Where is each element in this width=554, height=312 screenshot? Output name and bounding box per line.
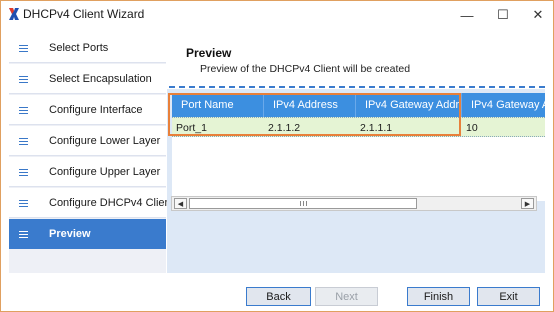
column-header[interactable]: IPv4 Gateway Ad xyxy=(462,93,545,117)
step-label: Configure DHCPv4 Client xyxy=(49,197,174,209)
selection-highlight xyxy=(168,93,461,136)
scroll-left-icon[interactable]: ◀ xyxy=(174,198,187,209)
step-configure-dhcpv4-client[interactable]: Configure DHCPv4 Client xyxy=(9,188,174,218)
step-configure-lower-layer[interactable]: Configure Lower Layer xyxy=(9,126,166,156)
minimize-button[interactable]: — xyxy=(449,1,485,29)
exit-button[interactable]: Exit xyxy=(477,287,540,306)
finish-button[interactable]: Finish xyxy=(407,287,470,306)
title-bar[interactable]: DHCPv4 Client Wizard — ☐ ✕ xyxy=(1,1,553,29)
step-select-ports[interactable]: Select Ports xyxy=(9,33,166,63)
step-configure-upper-layer[interactable]: Configure Upper Layer xyxy=(9,157,166,187)
step-select-encapsulation[interactable]: Select Encapsulation xyxy=(9,64,166,94)
dashed-divider xyxy=(169,86,545,88)
panel-header: Preview Preview of the DHCPv4 Client wil… xyxy=(167,33,545,89)
grip-icon xyxy=(299,201,307,206)
maximize-button[interactable]: ☐ xyxy=(485,1,521,29)
table-cell: 10 xyxy=(466,121,478,134)
step-label: Configure Lower Layer xyxy=(49,135,161,147)
page-title: Preview xyxy=(186,46,232,60)
list-icon xyxy=(19,200,28,207)
scrollbar-thumb[interactable] xyxy=(189,198,417,209)
close-button[interactable]: ✕ xyxy=(520,1,554,29)
preview-panel: Preview Preview of the DHCPv4 Client wil… xyxy=(167,33,545,273)
horizontal-scrollbar[interactable]: ◀ ▶ xyxy=(171,196,537,211)
step-configure-interface[interactable]: Configure Interface xyxy=(9,95,166,125)
app-logo-icon xyxy=(9,8,19,20)
step-preview[interactable]: Preview xyxy=(9,219,166,249)
scroll-right-icon[interactable]: ▶ xyxy=(521,198,534,209)
list-icon xyxy=(19,107,28,114)
back-button[interactable]: Back xyxy=(246,287,311,306)
maximize-icon: ☐ xyxy=(497,7,509,22)
step-label: Configure Interface xyxy=(49,104,143,116)
list-icon xyxy=(19,45,28,52)
page-subtitle: Preview of the DHCPv4 Client will be cre… xyxy=(200,63,411,75)
step-label: Select Ports xyxy=(49,42,109,54)
list-icon xyxy=(19,169,28,176)
window-title: DHCPv4 Client Wizard xyxy=(23,7,145,21)
list-icon xyxy=(19,76,28,83)
list-icon xyxy=(19,231,28,238)
wizard-window: DHCPv4 Client Wizard — ☐ ✕ Select Ports … xyxy=(0,0,554,312)
step-label: Select Encapsulation xyxy=(49,73,152,85)
minimize-icon: — xyxy=(460,7,474,23)
step-label: Configure Upper Layer xyxy=(49,166,161,178)
close-icon: ✕ xyxy=(532,7,544,22)
step-label: Preview xyxy=(49,228,91,240)
next-button[interactable]: Next xyxy=(315,287,378,306)
list-icon xyxy=(19,138,28,145)
wizard-steps-sidebar: Select Ports Select Encapsulation Config… xyxy=(9,33,174,273)
